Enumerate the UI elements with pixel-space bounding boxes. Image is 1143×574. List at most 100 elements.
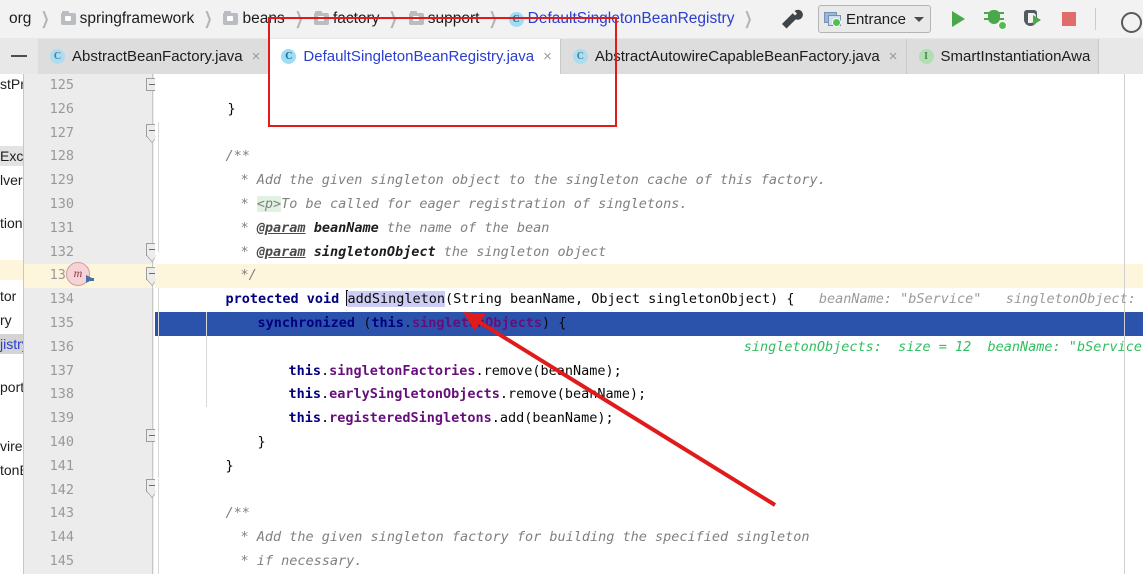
line-number: 143 bbox=[49, 505, 74, 522]
list-item[interactable]: tonE bbox=[0, 460, 23, 480]
class-icon: C bbox=[281, 49, 297, 64]
code-line-125: } bbox=[195, 74, 236, 117]
code-token: the singleton object bbox=[435, 243, 607, 260]
tree-row-strip bbox=[0, 260, 23, 280]
line-number: 140 bbox=[49, 434, 74, 450]
search-everywhere-icon[interactable] bbox=[1104, 6, 1142, 33]
indent-guide bbox=[158, 478, 159, 574]
breadcrumb-separator-icon: ❯ bbox=[389, 9, 398, 28]
list-item[interactable]: stPr bbox=[0, 74, 23, 94]
breadcrumb-separator-icon: ❯ bbox=[489, 9, 498, 28]
editor-tab-bar: C AbstractBeanFactory.java × C DefaultSi… bbox=[0, 38, 1143, 75]
this-keyword: this bbox=[288, 410, 322, 427]
breadcrumb-label: support bbox=[427, 10, 480, 27]
folder-icon bbox=[60, 11, 76, 25]
list-item[interactable]: ry bbox=[0, 310, 12, 330]
folder-icon bbox=[313, 11, 329, 25]
code-line-129: * <p>To be called for eager registration… bbox=[208, 169, 688, 212]
run-button[interactable] bbox=[945, 6, 971, 32]
breadcrumb-item-class[interactable]: C DefaultSingletonBeanRegistry bbox=[506, 0, 736, 38]
run-coverage-button[interactable] bbox=[1019, 6, 1045, 32]
stop-button[interactable] bbox=[1056, 6, 1082, 32]
line-number: 142 bbox=[49, 481, 74, 498]
fold-region-line bbox=[152, 74, 153, 574]
code-token: } bbox=[227, 100, 236, 117]
line-number: 145 bbox=[49, 553, 74, 569]
inline-parameter-hint: beanName: "bService" singletonObject: BS… bbox=[818, 291, 1136, 308]
breadcrumb-item-beans[interactable]: beans bbox=[220, 0, 285, 38]
indent-guide bbox=[158, 121, 159, 252]
line-number: 136 bbox=[49, 338, 74, 355]
list-item[interactable]: vireC bbox=[0, 436, 23, 456]
list-item[interactable]: lver bbox=[0, 170, 23, 190]
line-number: 127 bbox=[49, 124, 74, 141]
line-number: 144 bbox=[49, 529, 74, 546]
editor-tab-abstractautowirecapablebeanfactory[interactable]: C AbstractAutowireCapableBeanFactory.jav… bbox=[560, 39, 907, 74]
code-editor[interactable]: } /** * Add the given singleton object t… bbox=[155, 74, 1143, 574]
editor-tab-defaultsingletonbeanregistry[interactable]: C DefaultSingletonBeanRegistry.java × bbox=[269, 39, 561, 74]
field-token: registeredSingletons bbox=[329, 410, 492, 427]
tab-label: AbstractAutowireCapableBeanFactory.java bbox=[594, 48, 880, 65]
code-line-142: /** bbox=[193, 479, 250, 521]
line-number: 126 bbox=[49, 100, 74, 117]
code-token: } bbox=[257, 433, 266, 450]
navigation-bar: org ❯ springframework ❯ beans ❯ factory … bbox=[0, 0, 1143, 39]
line-number: 139 bbox=[49, 410, 74, 427]
editor-gutter[interactable]: 125 126 127 128 129 130 131 132 133 134 … bbox=[24, 74, 187, 574]
javadoc-param-name: singletonObject bbox=[313, 243, 436, 260]
list-item[interactable]: tor bbox=[0, 286, 16, 306]
breadcrumb-separator-icon: ❯ bbox=[204, 9, 213, 28]
code-token: .add(beanName); bbox=[491, 410, 614, 427]
toolbar-divider bbox=[1095, 8, 1096, 30]
line-number: 138 bbox=[49, 386, 74, 403]
breadcrumb-item-factory[interactable]: factory bbox=[311, 0, 381, 38]
override-arrow-icon bbox=[86, 275, 94, 283]
close-icon[interactable]: × bbox=[543, 49, 552, 64]
editor-tab-abstractbeanfactory[interactable]: C AbstractBeanFactory.java × bbox=[38, 39, 270, 74]
chevron-down-icon bbox=[914, 16, 924, 22]
breadcrumb-label: springframework bbox=[79, 10, 195, 27]
breadcrumb-label: DefaultSingletonBeanRegistry bbox=[527, 10, 735, 27]
editor-tab-smartinstantiationaware[interactable]: I SmartInstantiationAwa bbox=[906, 39, 1100, 74]
toolbar-actions: Entrance bbox=[778, 0, 1143, 38]
collapse-panel-button[interactable] bbox=[0, 38, 38, 74]
project-tool-window[interactable]: stPr Exce lver tion tor ry jistry port v… bbox=[0, 74, 24, 574]
code-line-140: } bbox=[193, 431, 234, 474]
breadcrumb-separator-icon: ❯ bbox=[294, 9, 304, 28]
folder-icon bbox=[408, 11, 424, 25]
indent-guide bbox=[158, 288, 159, 479]
code-line-139: } bbox=[225, 407, 266, 450]
code-line-145: * <p>To be called for eager registration… bbox=[208, 550, 842, 574]
class-icon: C bbox=[508, 11, 524, 27]
line-number: 128 bbox=[49, 148, 74, 165]
list-item-selected[interactable]: jistry bbox=[0, 334, 23, 354]
breadcrumb-separator-icon: ❯ bbox=[744, 9, 753, 28]
list-item[interactable]: port bbox=[0, 377, 23, 397]
breadcrumb-item-org[interactable]: org bbox=[2, 0, 32, 38]
breadcrumb-label: org bbox=[9, 10, 32, 27]
line-number: 137 bbox=[49, 362, 74, 379]
line-number: 129 bbox=[49, 172, 74, 189]
breadcrumb: org ❯ springframework ❯ beans ❯ factory … bbox=[0, 0, 761, 38]
close-icon[interactable]: × bbox=[252, 49, 261, 64]
class-icon: C bbox=[572, 49, 588, 64]
wrench-icon[interactable] bbox=[778, 6, 804, 32]
line-number: 134 bbox=[49, 291, 74, 308]
breadcrumb-separator-icon: ❯ bbox=[41, 9, 50, 28]
debug-button[interactable] bbox=[982, 6, 1008, 32]
debug-value-hint: singletonObjects: size = 12 beanName: "b… bbox=[743, 338, 1143, 355]
breadcrumb-item-support[interactable]: support bbox=[406, 0, 481, 38]
close-icon[interactable]: × bbox=[889, 49, 898, 64]
tab-label: DefaultSingletonBeanRegistry.java bbox=[303, 48, 535, 65]
breadcrumb-item-springframework[interactable]: springframework bbox=[58, 0, 196, 38]
code-line-138: this.registeredSingletons.add(beanName); bbox=[288, 410, 614, 427]
list-item[interactable]: tion bbox=[0, 213, 23, 233]
code-line-130: * @param beanName the name of the bean bbox=[208, 193, 550, 236]
application-icon bbox=[823, 12, 841, 27]
line-number: 132 bbox=[49, 243, 74, 260]
run-configuration-selector[interactable]: Entrance bbox=[817, 5, 931, 33]
tab-label: AbstractBeanFactory.java bbox=[72, 48, 243, 65]
class-icon: C bbox=[50, 49, 65, 64]
code-line-136: this.singletonFactories.remove(beanName)… bbox=[288, 362, 622, 379]
list-item[interactable]: Exce bbox=[0, 146, 23, 166]
